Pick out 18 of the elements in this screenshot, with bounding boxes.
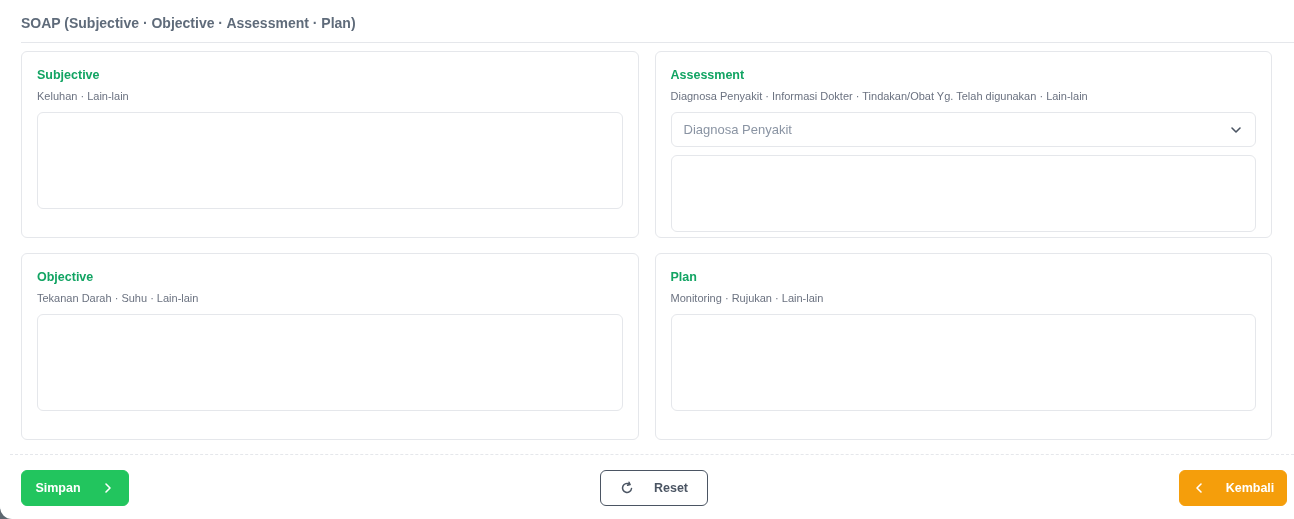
reset-icon <box>619 481 634 495</box>
text-area[interactable] <box>37 314 623 411</box>
form-title: SOAP (Subjective · Objective · Assessment · Plan) <box>21 15 357 32</box>
section-title: Assessment <box>670 67 746 83</box>
section-title: Plan <box>670 269 698 285</box>
section-title: Subjective <box>37 67 101 83</box>
text-area[interactable] <box>670 314 1256 411</box>
section-hint: Tekanan Darah · Suhu · Lain-lain <box>37 291 200 305</box>
section-title: Objective <box>37 269 95 285</box>
text-area[interactable] <box>670 155 1256 232</box>
section-hint: Diagnosa Penyakit · Informasi Dokter · Tindakan/Obat Yg. Telah digunakan · Lain-lain <box>670 89 1089 103</box>
save-button[interactable]: Simpan <box>21 470 129 506</box>
reset-button[interactable]: Reset <box>600 470 708 506</box>
back-button[interactable]: Kembali <box>1179 470 1287 506</box>
section-hint: Keluhan · Lain-lain <box>37 89 130 103</box>
dropdown-field[interactable]: Diagnosa Penyakit <box>670 112 1256 147</box>
section-hint: Monitoring · Rujukan · Lain-lain <box>670 291 825 305</box>
text-area[interactable] <box>37 112 623 209</box>
